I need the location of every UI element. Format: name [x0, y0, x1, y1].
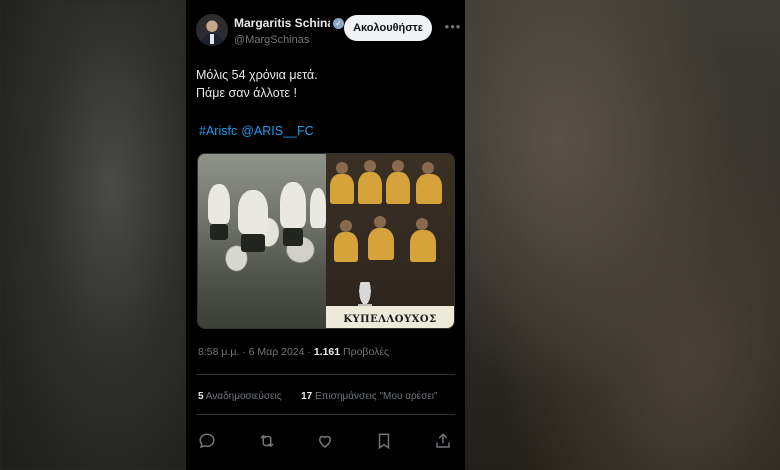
- photo-head: [336, 162, 348, 174]
- follow-button[interactable]: Ακολουθήστε: [344, 15, 432, 41]
- photo-jersey: [368, 228, 394, 260]
- tweet-text-line: Μόλις 54 χρόνια μετά.: [196, 68, 318, 82]
- photo-head: [392, 160, 404, 172]
- divider: [196, 374, 455, 375]
- likes-stat[interactable]: 17 Επισημάνσεις "Μου αρέσει": [301, 391, 437, 402]
- tweet-links: #Arisfc @ARIS__FC: [199, 124, 318, 138]
- tweet-header: Margaritis Schinas ✓ @MargSchinas Ακολου…: [196, 12, 460, 52]
- photo-jersey: [386, 172, 410, 204]
- photo-player: [241, 234, 265, 252]
- tweet-time[interactable]: 8:58 μ.μ.: [198, 346, 239, 358]
- photo-head: [416, 218, 428, 230]
- photo-head: [374, 216, 386, 228]
- photo-head: [422, 162, 434, 174]
- tweet-screen: Margaritis Schinas ✓ @MargSchinas Ακολου…: [186, 0, 465, 470]
- photo-player: [238, 190, 268, 234]
- photo-player: [280, 182, 306, 228]
- photo-head: [340, 220, 352, 232]
- photo-jersey: [330, 174, 354, 204]
- likes-label: Επισημάνσεις "Μου αρέσει": [314, 391, 438, 402]
- photo-player: [210, 224, 228, 240]
- author-handle[interactable]: @MargSchinas: [234, 34, 309, 46]
- photo-celebration: [198, 154, 326, 328]
- photo-player: [283, 228, 303, 246]
- tweet-text: Μόλις 54 χρόνια μετά. Πάμε σαν άλλοτε !: [196, 66, 318, 102]
- views-count: 1.161: [313, 346, 341, 358]
- divider: [196, 414, 455, 415]
- photo-jersey: [358, 172, 382, 204]
- photo-caption: ΚΥΠΕΛΛΟΥΧΟΣ: [343, 314, 437, 325]
- blurred-background-right: [465, 0, 780, 470]
- photo-team: ΚΥΠΕΛΛΟΥΧΟΣ: [326, 154, 454, 328]
- reposts-count: 5: [198, 391, 204, 402]
- avatar[interactable]: [196, 14, 228, 46]
- photo-jersey: [410, 230, 436, 262]
- tweet-actions: [198, 432, 454, 452]
- reposts-label: Αναδημοσιεύσεις: [205, 391, 282, 402]
- more-options-icon[interactable]: •••: [444, 20, 462, 34]
- mention-link[interactable]: @ARIS__FC: [241, 124, 313, 138]
- photo-player: [208, 184, 230, 224]
- tweet-image[interactable]: ΚΥΠΕΛΛΟΥΧΟΣ: [197, 153, 455, 329]
- views-label: Προβολές: [343, 346, 390, 358]
- photo-jersey: [416, 174, 442, 204]
- photo-player: [310, 188, 326, 228]
- tweet-text-line: Πάμε σαν άλλοτε !: [196, 86, 297, 100]
- photo-head: [364, 160, 376, 172]
- retweet-icon[interactable]: [258, 432, 278, 452]
- tweet-date[interactable]: 6 Μαρ 2024: [249, 346, 305, 358]
- verified-badge-icon: ✓: [333, 17, 344, 29]
- photo-jersey: [334, 232, 358, 262]
- likes-count: 17: [301, 391, 313, 402]
- blurred-background-left: [0, 0, 186, 470]
- hashtag-link[interactable]: #Arisfc: [199, 124, 237, 138]
- tweet-stats: 5 Αναδημοσιεύσεις 17 Επισημάνσεις "Μου α…: [198, 391, 438, 402]
- reply-icon[interactable]: [198, 432, 218, 452]
- share-icon[interactable]: [434, 432, 454, 452]
- reposts-stat[interactable]: 5 Αναδημοσιεύσεις: [198, 391, 282, 402]
- bookmark-icon[interactable]: [375, 432, 395, 452]
- author-name-row[interactable]: Margaritis Schinas ✓: [234, 16, 344, 30]
- avatar-shirt: [210, 34, 214, 44]
- heart-icon[interactable]: [316, 432, 336, 452]
- tweet-meta: 8:58 μ.μ. · 6 Μαρ 2024 · 1.161 Προβολές: [198, 346, 389, 358]
- author-display-name[interactable]: Margaritis Schinas: [234, 16, 330, 30]
